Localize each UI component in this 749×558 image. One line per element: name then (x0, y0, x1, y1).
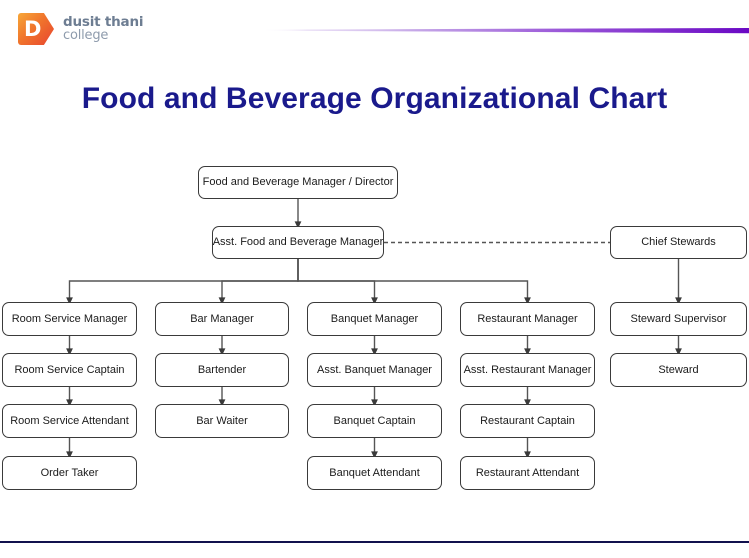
org-node-steward-supervisor[interactable]: Steward Supervisor (610, 302, 747, 336)
org-node-asst-fb-manager[interactable]: Asst. Food and Beverage Manager (212, 226, 384, 259)
org-chart: Food and Beverage Manager / Director Asst… (0, 0, 749, 558)
org-node-restaurant-att[interactable]: Restaurant Attendant (460, 456, 595, 490)
org-node-asst-banquet-mgr[interactable]: Asst. Banquet Manager (307, 353, 442, 387)
org-node-order-taker[interactable]: Order Taker (2, 456, 137, 490)
org-node-asst-rest-mgr[interactable]: Asst. Restaurant Manager (460, 353, 595, 387)
org-node-restaurant-mgr[interactable]: Restaurant Manager (460, 302, 595, 336)
org-node-banquet-cpt[interactable]: Banquet Captain (307, 404, 442, 438)
org-node-banquet-att[interactable]: Banquet Attendant (307, 456, 442, 490)
connector-asst-fb-manager-to-bar-mgr (218, 259, 299, 305)
org-node-room-service-att[interactable]: Room Service Attendant (2, 404, 137, 438)
org-node-fb-director[interactable]: Food and Beverage Manager / Director (198, 166, 398, 199)
org-node-chief-stewards[interactable]: Chief Stewards (610, 226, 747, 259)
connector-asst-fb-manager-to-banquet-mgr (297, 259, 378, 305)
org-node-bartender[interactable]: Bartender (155, 353, 289, 387)
connector-asst-fb-manager-to-room-service-mgr (66, 259, 299, 305)
org-node-bar-mgr[interactable]: Bar Manager (155, 302, 289, 336)
org-node-steward[interactable]: Steward (610, 353, 747, 387)
footer-divider (0, 541, 749, 543)
org-node-restaurant-cpt[interactable]: Restaurant Captain (460, 404, 595, 438)
org-node-bar-waiter[interactable]: Bar Waiter (155, 404, 289, 438)
org-node-banquet-mgr[interactable]: Banquet Manager (307, 302, 442, 336)
org-node-room-service-cpt[interactable]: Room Service Captain (2, 353, 137, 387)
connector-asst-fb-manager-to-restaurant-mgr (297, 259, 531, 305)
org-node-room-service-mgr[interactable]: Room Service Manager (2, 302, 137, 336)
